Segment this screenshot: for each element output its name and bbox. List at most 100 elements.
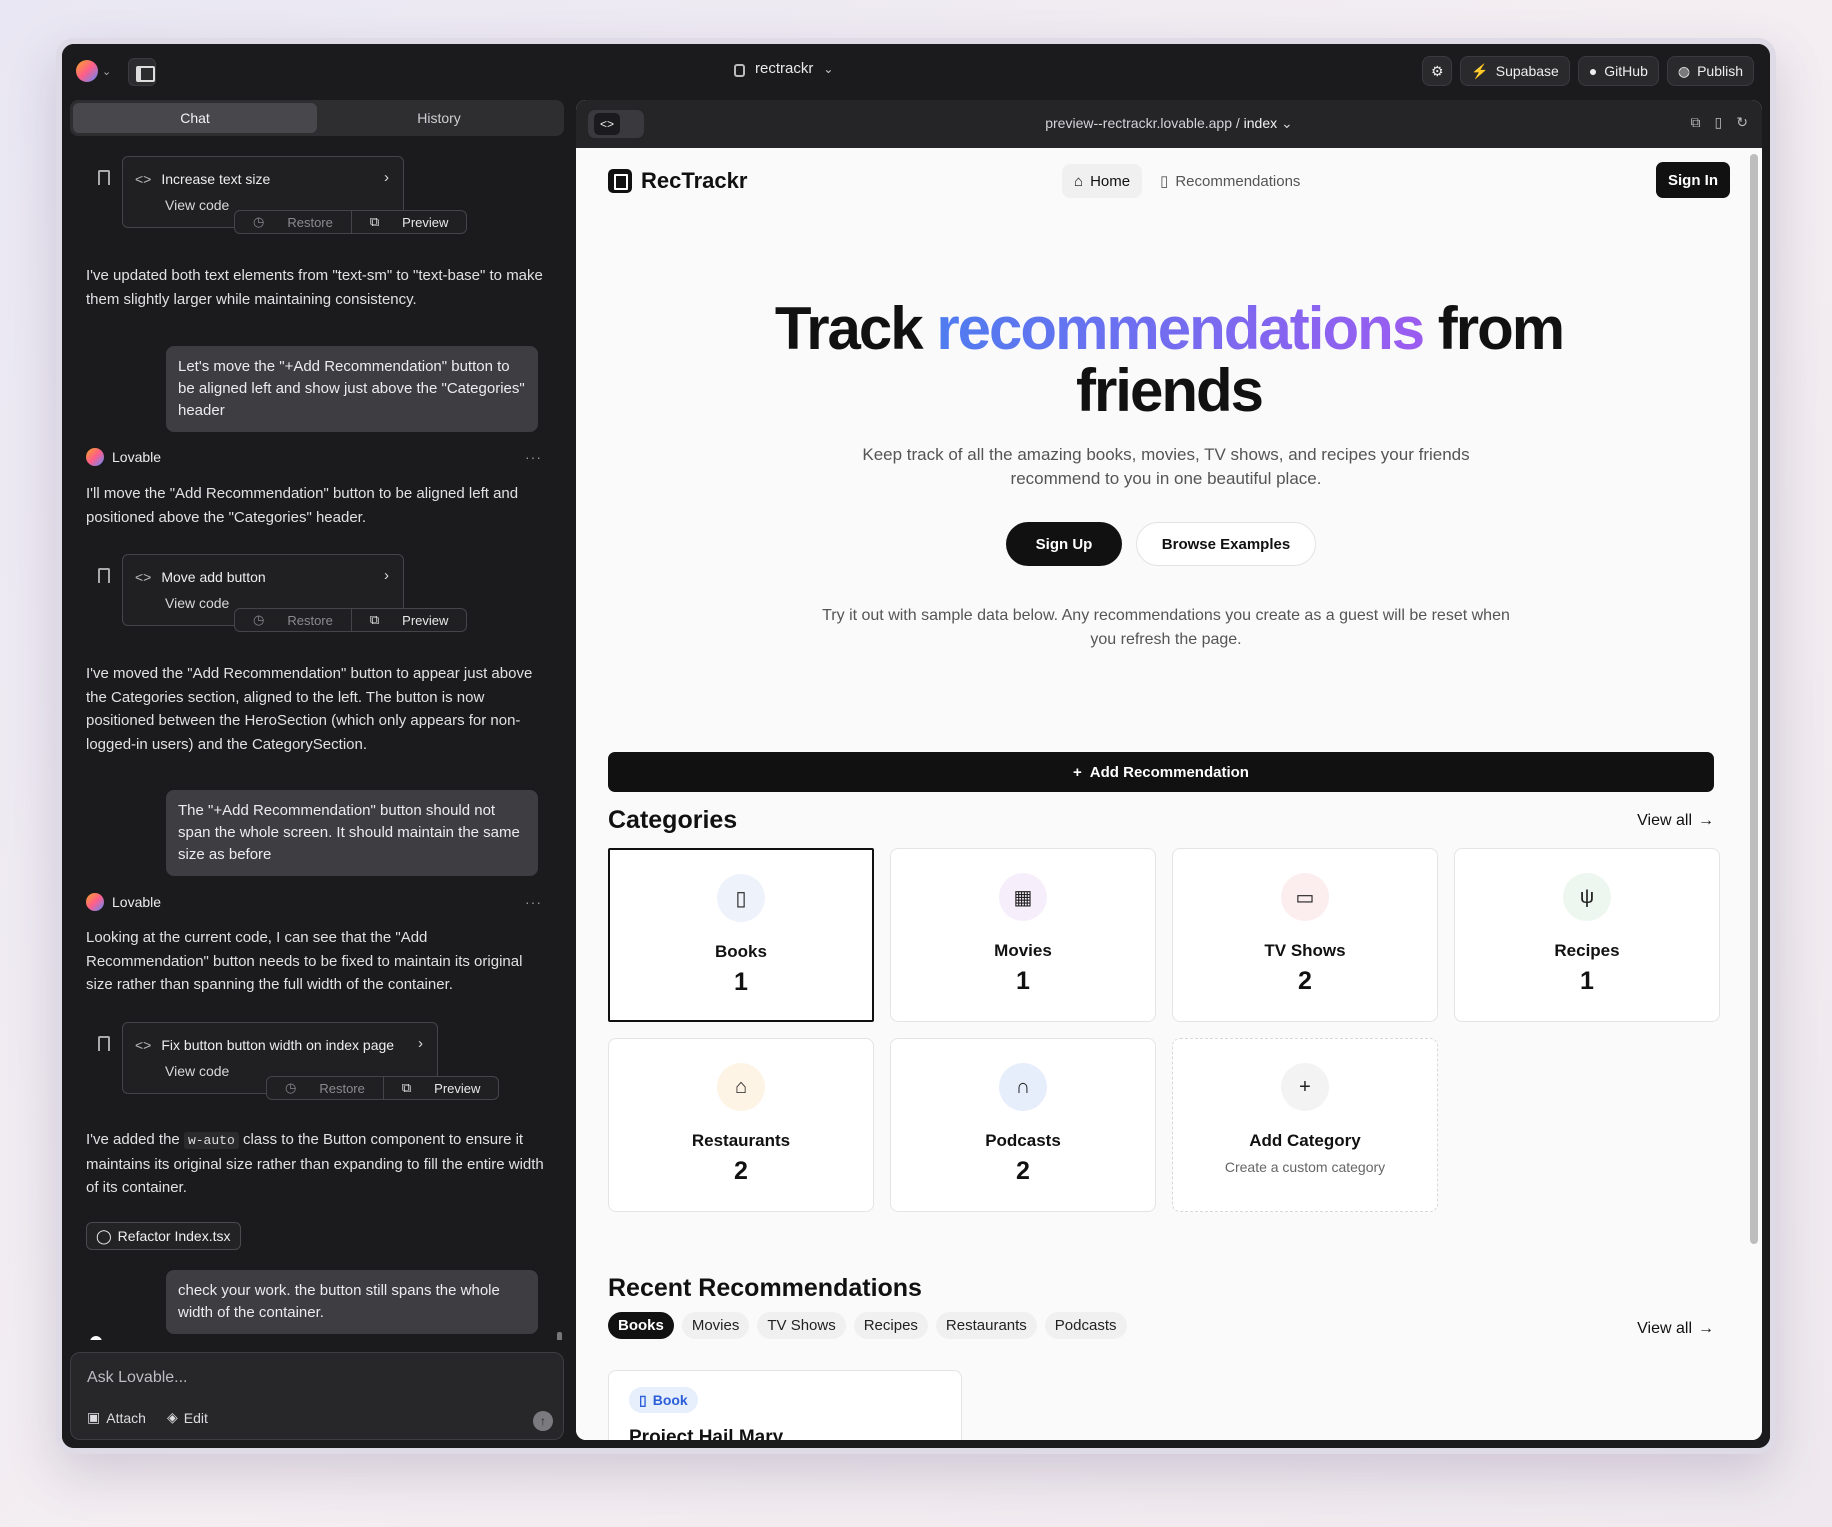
gear-icon: ⚙ — [1431, 62, 1444, 79]
attach-label: Attach — [106, 1409, 146, 1426]
tab-chat[interactable]: Chat — [73, 103, 317, 133]
category-card-podcasts[interactable]: ∩ Podcasts 2 — [890, 1038, 1156, 1212]
chat-panel: Chat History <> Increase text size › View… — [70, 100, 564, 1440]
categories-view-all[interactable]: View all → — [1637, 812, 1714, 830]
card-actions: ◷ Restore ⧉ Preview — [266, 1076, 500, 1100]
nav-recommendations[interactable]: ▯ Recommendations — [1148, 164, 1312, 198]
filter-recipes[interactable]: Recipes — [853, 1312, 928, 1339]
github-button[interactable]: ● GitHub — [1577, 56, 1659, 86]
supabase-label: Supabase — [1495, 63, 1559, 79]
restore-button[interactable]: ◷ Restore — [235, 609, 352, 631]
code-icon: <> — [135, 1037, 152, 1053]
open-external-icon[interactable]: ⧉ — [1691, 114, 1701, 131]
category-card-restaurants[interactable]: ⌂ Restaurants 2 — [608, 1038, 874, 1212]
assistant-message: I've added the w-auto class to the Butto… — [86, 1128, 546, 1200]
preview-url[interactable]: preview--rectrackr.lovable.app / index ⌄ — [576, 115, 1762, 132]
tv-icon: ▭ — [1281, 873, 1329, 921]
sidebar-toggle-icon[interactable] — [128, 58, 156, 86]
attach-button[interactable]: ▣ Attach — [87, 1409, 146, 1426]
app-window: ⌄ rectrackr ⌄ ⚙ ⚡ Supabase ● GitHub ◍ Publi… — [56, 38, 1776, 1454]
sign-in-button[interactable]: Sign In — [1656, 162, 1730, 198]
chevron-right-icon: › — [384, 169, 389, 186]
recommendation-title: Project Hail Mary — [629, 1427, 784, 1440]
more-options-icon[interactable]: ··· — [525, 894, 542, 910]
recent-view-all[interactable]: View all → — [1637, 1320, 1714, 1338]
view-code-link[interactable]: View code — [165, 595, 229, 611]
preview-button[interactable]: ⧉ Preview — [352, 609, 467, 631]
assistant-name: Lovable — [112, 449, 162, 465]
tab-history[interactable]: History — [317, 103, 561, 133]
url-page: index — [1243, 115, 1278, 131]
filter-tv-shows[interactable]: TV Shows — [757, 1312, 846, 1339]
more-options-icon[interactable]: ··· — [525, 449, 542, 465]
site-name: RecTrackr — [641, 168, 748, 193]
chevron-right-icon: › — [418, 1035, 423, 1052]
site-logo[interactable]: RecTrackr — [608, 168, 747, 194]
category-card-tv-shows[interactable]: ▭ TV Shows 2 — [1172, 848, 1438, 1022]
preview-button[interactable]: ⧉ Preview — [352, 211, 467, 233]
preview-button[interactable]: ⧉ Preview — [384, 1077, 499, 1099]
restore-label: Restore — [287, 612, 333, 628]
bolt-icon: ⚡ — [1471, 62, 1489, 79]
refactor-chip[interactable]: ◯ Refactor Index.tsx — [86, 1222, 241, 1250]
store-icon: ⌂ — [717, 1063, 765, 1111]
restore-label: Restore — [319, 1080, 365, 1096]
add-category-subtitle: Create a custom category — [1224, 1159, 1386, 1175]
arrow-right-icon: → — [1698, 812, 1714, 829]
category-name: Restaurants — [691, 1131, 791, 1150]
bookmark-icon[interactable] — [98, 1036, 110, 1051]
refresh-icon[interactable]: ↻ — [1736, 114, 1748, 131]
filter-podcasts[interactable]: Podcasts — [1044, 1312, 1127, 1339]
sign-up-button[interactable]: Sign Up — [1006, 522, 1122, 566]
category-card-books[interactable]: ▯ Books 1 — [608, 848, 874, 1022]
project-selector[interactable]: rectrackr ⌄ — [734, 60, 833, 77]
filter-books[interactable]: Books — [608, 1312, 674, 1339]
edit-button[interactable]: ◈ Edit — [167, 1409, 208, 1426]
edit-card-title: Fix button button width on index page — [161, 1037, 395, 1053]
book-icon — [608, 169, 632, 193]
view-code-link[interactable]: View code — [165, 197, 229, 213]
scrollbar-thumb[interactable] — [557, 1332, 562, 1340]
recommendation-card[interactable]: ▯ Book Project Hail Mary — [608, 1370, 962, 1440]
browse-examples-button[interactable]: Browse Examples — [1136, 522, 1316, 566]
filter-restaurants[interactable]: Restaurants — [935, 1312, 1037, 1339]
mobile-view-icon[interactable]: ▯ — [1715, 114, 1723, 131]
add-category-card[interactable]: + Add Category Create a custom category — [1172, 1038, 1438, 1212]
bookmark-icon[interactable] — [98, 170, 110, 185]
external-link-icon: ⧉ — [369, 214, 380, 229]
settings-button[interactable]: ⚙ — [1422, 56, 1453, 86]
add-recommendation-button[interactable]: + Add Recommendation — [608, 752, 1714, 792]
project-name: rectrackr — [755, 60, 814, 77]
publish-button[interactable]: ◍ Publish — [1666, 56, 1754, 86]
arrow-right-icon: → — [1698, 1320, 1714, 1337]
github-icon: ● — [1588, 63, 1598, 79]
send-button[interactable]: ↑ — [533, 1411, 553, 1431]
chat-input[interactable]: Ask Lovable... — [87, 1369, 188, 1387]
view-code-link[interactable]: View code — [165, 1063, 229, 1079]
chevron-right-icon: › — [384, 567, 389, 584]
chevron-down-icon: ⌄ — [102, 65, 112, 78]
arrow-up-icon: ↑ — [540, 1414, 546, 1428]
assistant-header: Lovable ··· — [86, 893, 542, 911]
assistant-name: Lovable — [112, 894, 162, 910]
category-card-recipes[interactable]: ψ Recipes 1 — [1454, 848, 1720, 1022]
supabase-button[interactable]: ⚡ Supabase — [1460, 56, 1570, 86]
lock-icon — [734, 64, 745, 77]
restore-button[interactable]: ◷ Restore — [267, 1077, 384, 1099]
lovable-menu[interactable]: ⌄ — [76, 60, 111, 82]
category-name: Movies — [994, 941, 1052, 960]
filter-movies[interactable]: Movies — [681, 1312, 750, 1339]
top-bar: ⌄ rectrackr ⌄ ⚙ ⚡ Supabase ● GitHub ◍ Publi… — [62, 44, 1770, 100]
category-card-movies[interactable]: ▦ Movies 1 — [890, 848, 1156, 1022]
assistant-message: I've moved the "Add Recommendation" butt… — [86, 665, 533, 753]
bookmark-icon[interactable] — [98, 568, 110, 583]
url-host: preview--rectrackr.lovable.app / — [1045, 115, 1240, 131]
message-text: I've added the — [86, 1131, 180, 1148]
external-link-icon: ⧉ — [401, 1080, 412, 1095]
preview-label: Preview — [402, 612, 449, 628]
nav-home[interactable]: ⌂ Home — [1062, 164, 1143, 198]
restore-button[interactable]: ◷ Restore — [235, 211, 352, 233]
user-message: The "+Add Recommendation" button should … — [166, 790, 538, 876]
refactor-label: Refactor Index.tsx — [117, 1228, 231, 1244]
chat-composer: Ask Lovable... ▣ Attach ◈ Edit ↑ — [70, 1352, 564, 1440]
